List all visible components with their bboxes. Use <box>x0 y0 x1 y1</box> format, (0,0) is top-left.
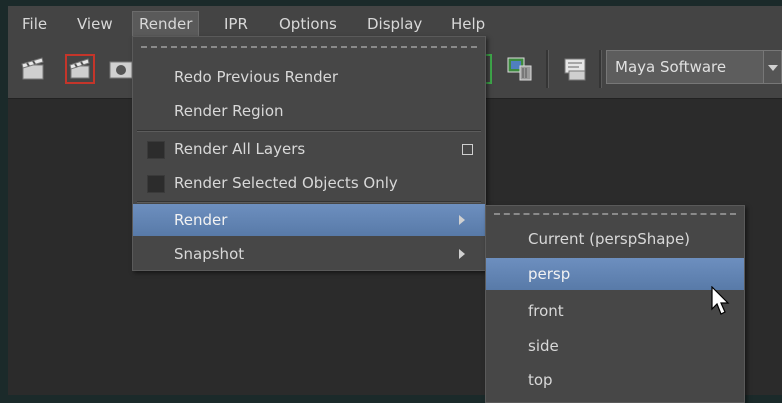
checkbox[interactable] <box>147 141 165 159</box>
menu-help[interactable]: Help <box>445 12 491 36</box>
menu-separator <box>137 201 481 203</box>
submenu-arrow-icon <box>459 249 465 259</box>
mouse-cursor-icon <box>711 286 730 315</box>
menu-options[interactable]: Options <box>273 12 343 36</box>
menu-item-label: Snapshot <box>174 245 245 263</box>
checkbox[interactable] <box>147 175 165 193</box>
tearoff-line[interactable] <box>494 213 736 215</box>
submenu-item-current-perspshape[interactable]: Current (perspShape) <box>486 223 744 255</box>
toolbar-separator <box>546 50 549 88</box>
menu-file[interactable]: File <box>16 12 53 36</box>
menu-item-label: Render <box>174 211 228 229</box>
remove-image-icon[interactable] <box>505 54 535 84</box>
submenu-item-label: top <box>528 371 553 389</box>
menu-separator <box>137 130 481 132</box>
submenu-arrow-icon <box>459 215 465 225</box>
submenu-item-label: persp <box>528 265 571 283</box>
render-settings-icon[interactable] <box>561 54 591 84</box>
option-box-icon[interactable] <box>462 144 473 155</box>
menu-item-render-region[interactable]: Render Region <box>133 95 485 127</box>
submenu-item-top[interactable]: top <box>486 364 744 396</box>
render-clapper-icon[interactable] <box>18 54 48 84</box>
chevron-down-icon[interactable] <box>764 50 782 84</box>
menu-item-label: Render Selected Objects Only <box>174 174 398 192</box>
menu-item-label: Render All Layers <box>174 140 306 158</box>
render-camera-submenu: Current (perspShape) persp front side to… <box>485 205 745 403</box>
menu-item-label: Render Region <box>174 102 284 120</box>
submenu-item-label: Current (perspShape) <box>528 230 691 248</box>
menu-ipr[interactable]: IPR <box>218 12 254 36</box>
toolbar-separator <box>599 50 602 88</box>
render-view-window: File View Render IPR Options Display Hel… <box>8 6 782 403</box>
menu-item-snapshot[interactable]: Snapshot <box>133 238 485 270</box>
menu-item-render[interactable]: Render <box>133 204 485 236</box>
ipr-render-icon[interactable] <box>65 54 95 84</box>
menu-display[interactable]: Display <box>361 12 428 36</box>
menu-item-redo-previous-render[interactable]: Redo Previous Render <box>133 61 485 93</box>
menu-item-render-all-layers[interactable]: Render All Layers <box>133 133 485 165</box>
menu-view[interactable]: View <box>71 12 119 36</box>
submenu-item-front[interactable]: front <box>486 295 744 327</box>
renderer-select[interactable]: Maya Software <box>606 50 764 84</box>
menu-render[interactable]: Render <box>132 11 200 37</box>
render-menu: Redo Previous Render Render Region Rende… <box>132 36 486 271</box>
submenu-item-label: front <box>528 302 564 320</box>
tearoff-line[interactable] <box>141 46 477 48</box>
submenu-item-label: side <box>528 337 559 355</box>
submenu-item-persp[interactable]: persp <box>486 258 744 290</box>
menu-item-render-selected-objects-only[interactable]: Render Selected Objects Only <box>133 167 485 199</box>
menu-item-label: Redo Previous Render <box>174 68 339 86</box>
submenu-item-side[interactable]: side <box>486 330 744 362</box>
